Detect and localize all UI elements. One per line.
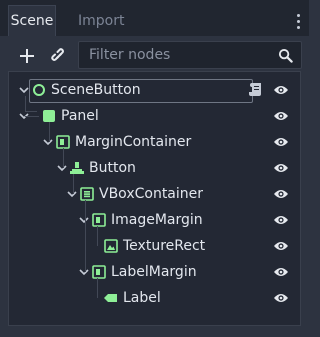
tree-row-panel[interactable]: Panel [9, 103, 300, 129]
chevron-down-icon[interactable] [57, 163, 67, 173]
visibility-eye-icon[interactable] [273, 213, 289, 227]
tree-row-texturerect[interactable]: TextureRect [9, 233, 300, 259]
vbox-container-icon [80, 187, 94, 201]
tree-row-vboxcontainer[interactable]: VBoxContainer [9, 181, 300, 207]
chevron-down-icon[interactable] [67, 189, 77, 199]
link-icon [51, 48, 64, 61]
tree-row-label[interactable]: Label [9, 285, 300, 311]
visibility-eye-icon[interactable] [273, 291, 289, 305]
dock-tab-bar: Scene Import [0, 0, 309, 36]
visibility-eye-icon[interactable] [273, 109, 289, 123]
filter-nodes-field[interactable] [78, 41, 302, 69]
margin-container-icon [92, 265, 106, 279]
scene-tree: SceneButton Panel MarginContainer Button… [8, 71, 301, 326]
node-label: LabelMargin [111, 264, 197, 280]
visibility-eye-icon[interactable] [273, 135, 289, 149]
chevron-down-icon[interactable] [19, 85, 29, 95]
node-label: Panel [61, 108, 99, 124]
node-label: ImageMargin [111, 212, 203, 228]
plus-icon [20, 49, 34, 63]
tree-row-scenebutton[interactable]: SceneButton [9, 77, 300, 103]
visibility-eye-icon[interactable] [273, 265, 289, 279]
tab-scene[interactable]: Scene [8, 5, 56, 36]
texture-rect-icon [104, 239, 118, 253]
filter-nodes-input[interactable] [79, 42, 279, 68]
add-node-button[interactable] [14, 43, 40, 69]
visibility-eye-icon[interactable] [273, 239, 289, 253]
chevron-down-icon[interactable] [79, 215, 89, 225]
chevron-down-icon[interactable] [43, 137, 53, 147]
tab-import[interactable]: Import [70, 6, 132, 36]
chevron-down-icon[interactable] [79, 267, 89, 277]
node-circle-icon [33, 84, 45, 96]
tree-row-button[interactable]: Button [9, 155, 300, 181]
visibility-eye-icon[interactable] [273, 161, 289, 175]
script-icon[interactable] [248, 81, 264, 99]
visibility-eye-icon[interactable] [273, 187, 289, 201]
node-label: MarginContainer [75, 134, 192, 150]
button-icon [70, 162, 84, 174]
tree-row-margincontainer[interactable]: MarginContainer [9, 129, 300, 155]
node-label: Button [89, 160, 136, 176]
node-label: SceneButton [51, 82, 141, 98]
node-label: TextureRect [123, 238, 206, 254]
visibility-eye-icon[interactable] [273, 83, 289, 97]
node-label: Label [123, 290, 161, 306]
tree-row-imagemargin[interactable]: ImageMargin [9, 207, 300, 233]
search-icon [278, 48, 293, 63]
dock-menu-icon[interactable] [297, 14, 300, 32]
node-label: VBoxContainer [99, 186, 204, 202]
instance-scene-button[interactable] [46, 43, 72, 69]
margin-container-icon [92, 213, 106, 227]
scene-toolbar [0, 36, 309, 76]
tree-row-labelmargin[interactable]: LabelMargin [9, 259, 300, 285]
label-icon [104, 294, 117, 302]
